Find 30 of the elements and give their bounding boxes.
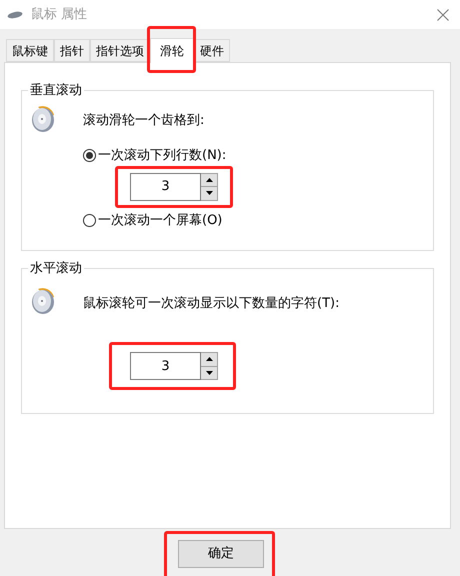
down-arrow-icon bbox=[206, 370, 212, 375]
down-arrow-icon bbox=[206, 191, 212, 196]
tab[interactable]: 指针 bbox=[54, 39, 90, 62]
number-field[interactable]: 3 bbox=[130, 172, 201, 200]
ok-button[interactable]: 确定 bbox=[178, 540, 264, 568]
radio-button[interactable] bbox=[83, 149, 96, 162]
tab[interactable]: 滑轮 bbox=[150, 38, 194, 63]
window-title: 鼠标 属性 bbox=[31, 6, 88, 24]
up-arrow-icon bbox=[206, 357, 212, 362]
tab[interactable]: 硬件 bbox=[194, 39, 230, 62]
up-arrow-button[interactable] bbox=[201, 353, 217, 366]
tab[interactable]: 鼠标键 bbox=[6, 39, 54, 62]
up-arrow-icon bbox=[206, 178, 212, 182]
spin-buttons[interactable] bbox=[201, 352, 218, 380]
highlight-frame bbox=[147, 26, 196, 73]
group-title: 垂直滚动 bbox=[29, 82, 83, 100]
radio-option[interactable]: 一次滚动下列行数(N): bbox=[83, 146, 226, 166]
radio-button[interactable] bbox=[83, 214, 96, 227]
prompt-text: 鼠标滚轮可一次滚动显示以下数量的字符(T): bbox=[83, 294, 340, 312]
group-title: 水平滚动 bbox=[29, 260, 83, 278]
radio-option[interactable]: 一次滚动一个屏幕(O) bbox=[83, 210, 226, 230]
spin-buttons[interactable] bbox=[201, 172, 218, 200]
number-field[interactable]: 3 bbox=[130, 352, 201, 380]
prompt-text: 滚动滑轮一个齿格到: bbox=[83, 112, 206, 130]
down-arrow-button[interactable] bbox=[201, 187, 217, 200]
mouse-icon bbox=[7, 10, 23, 18]
down-arrow-button[interactable] bbox=[201, 366, 217, 379]
tab[interactable]: 指针选项 bbox=[90, 39, 150, 62]
close-icon bbox=[437, 8, 449, 20]
up-arrow-button[interactable] bbox=[201, 174, 217, 187]
